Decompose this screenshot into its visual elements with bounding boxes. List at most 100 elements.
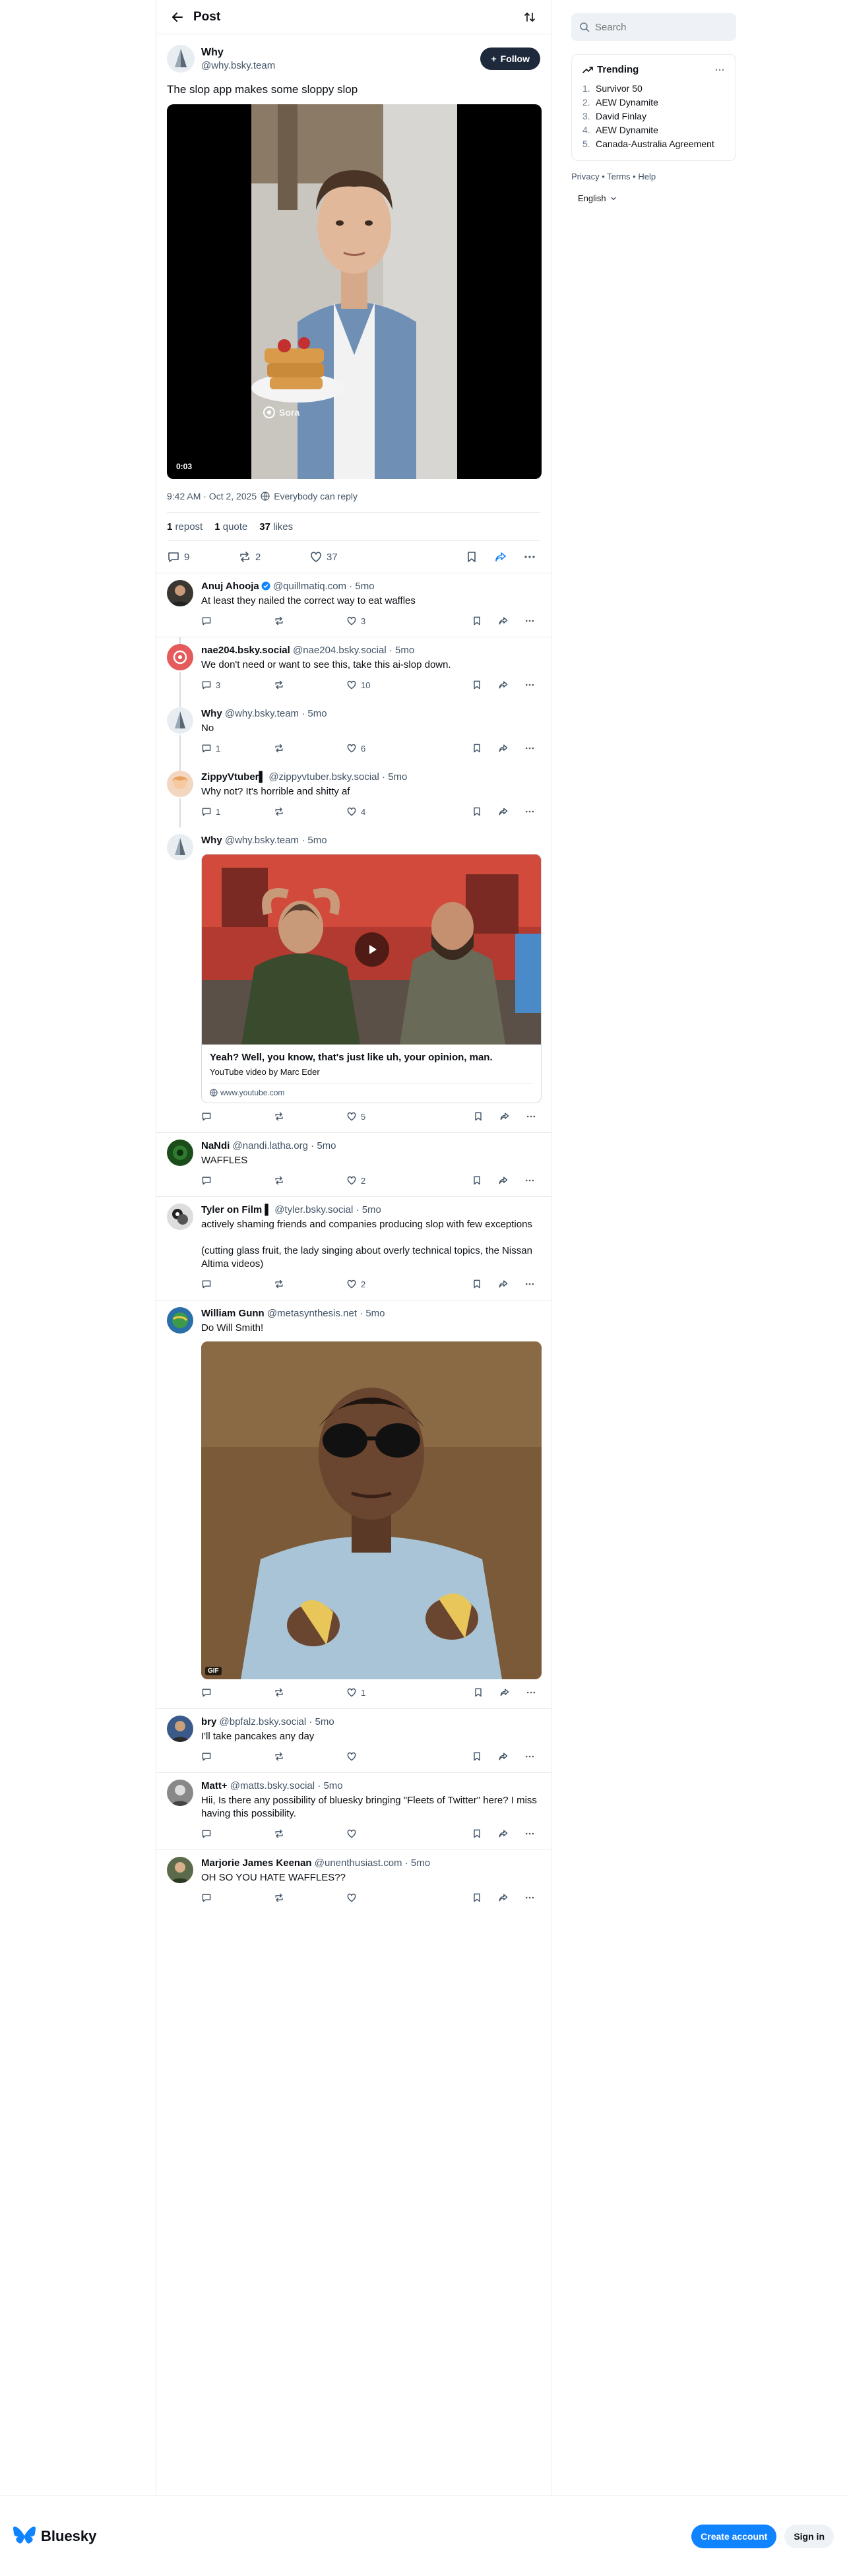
reply-post[interactable]: Why @why.bsky.team · 5mo Yeah? Well, you… xyxy=(156,827,551,1132)
bookmark-button[interactable] xyxy=(472,1751,487,1762)
post-timestamp[interactable]: 9:42 AM · Oct 2, 2025 xyxy=(167,491,257,501)
like-button[interactable]: 37 xyxy=(309,550,381,564)
reply-time[interactable]: 5mo xyxy=(362,1204,381,1215)
reply-button[interactable] xyxy=(201,1111,274,1122)
author-handle[interactable]: @tyler.bsky.social xyxy=(274,1204,353,1215)
reply-button[interactable] xyxy=(201,1751,274,1762)
brand[interactable]: Bluesky xyxy=(13,2526,96,2546)
author-handle[interactable]: @nandi.latha.org xyxy=(233,1140,308,1151)
share-button[interactable] xyxy=(494,550,511,564)
author-handle[interactable]: @unenthusiast.com xyxy=(315,1857,402,1869)
author-name[interactable]: Why xyxy=(201,835,222,846)
follow-button[interactable]: + Follow xyxy=(480,48,540,70)
more-options-button[interactable] xyxy=(524,1175,540,1186)
trending-item[interactable]: 2. AEW Dynamite xyxy=(582,96,725,110)
author-name[interactable]: Anuj Ahooja xyxy=(201,581,259,592)
repost-button[interactable] xyxy=(274,616,346,626)
author-handle[interactable]: @zippyvtuber.bsky.social xyxy=(268,771,379,783)
reply-post[interactable]: NaNdi @nandi.latha.org · 5mo WAFFLES 2 xyxy=(156,1132,551,1196)
author-handle[interactable]: @matts.bsky.social xyxy=(230,1780,315,1791)
more-options-button[interactable] xyxy=(524,1892,540,1903)
bookmark-button[interactable] xyxy=(472,1175,487,1186)
trending-item[interactable]: 1. Survivor 50 xyxy=(582,82,725,96)
reply-time[interactable]: 5mo xyxy=(307,708,327,719)
author-name[interactable]: NaNdi xyxy=(201,1140,230,1151)
like-button[interactable]: 3 xyxy=(346,616,419,626)
reply-time[interactable]: 5mo xyxy=(307,835,327,846)
author-name[interactable]: bry xyxy=(201,1716,216,1727)
reply-button[interactable]: 1 xyxy=(201,743,274,754)
trending-item[interactable]: 3. David Finlay xyxy=(582,110,725,123)
author-handle[interactable]: @bpfalz.bsky.social xyxy=(220,1716,307,1727)
reply-button[interactable]: 9 xyxy=(167,550,238,564)
reply-post[interactable]: Why @why.bsky.team · 5mo No 1 6 xyxy=(156,701,551,764)
reply-post[interactable]: bry @bpfalz.bsky.social · 5mo I'll take … xyxy=(156,1708,551,1772)
repost-button[interactable] xyxy=(274,806,346,817)
share-button[interactable] xyxy=(498,1892,514,1903)
author-handle[interactable]: @nae204.bsky.social xyxy=(293,645,387,656)
reply-button[interactable] xyxy=(201,1687,274,1698)
repost-button[interactable]: 2 xyxy=(238,550,309,564)
reply-post[interactable]: Matt+ @matts.bsky.social · 5mo Hii, Is t… xyxy=(156,1772,551,1850)
share-button[interactable] xyxy=(498,743,514,754)
avatar[interactable] xyxy=(167,1716,193,1742)
avatar[interactable] xyxy=(167,771,193,797)
author-handle[interactable]: @why.bsky.team xyxy=(225,835,299,846)
reply-time[interactable]: 5mo xyxy=(317,1140,336,1151)
bookmark-button[interactable] xyxy=(472,680,487,690)
author-name[interactable]: ZippyVtuber▌ xyxy=(201,771,266,783)
like-button[interactable] xyxy=(346,1828,419,1839)
author-name[interactable]: Marjorie James Keenan xyxy=(201,1857,312,1869)
avatar[interactable] xyxy=(167,1140,193,1166)
author-name[interactable]: nae204.bsky.social xyxy=(201,645,290,656)
author-name[interactable]: Matt+ xyxy=(201,1780,228,1791)
share-button[interactable] xyxy=(498,680,514,690)
avatar[interactable] xyxy=(167,1307,193,1334)
repost-button[interactable] xyxy=(274,1828,346,1839)
like-button[interactable]: 2 xyxy=(346,1279,419,1289)
repost-button[interactable] xyxy=(274,680,346,690)
reply-button[interactable] xyxy=(201,1828,274,1839)
reply-time[interactable]: 5mo xyxy=(315,1716,334,1727)
bookmark-button[interactable] xyxy=(465,550,482,564)
like-button[interactable]: 10 xyxy=(346,680,419,690)
avatar[interactable] xyxy=(167,707,193,734)
more-options-button[interactable] xyxy=(524,680,540,690)
repost-button[interactable] xyxy=(274,1279,346,1289)
repost-button[interactable] xyxy=(274,1892,346,1903)
more-options-button[interactable] xyxy=(524,1279,540,1289)
reply-button[interactable]: 1 xyxy=(201,806,274,817)
sort-replies-button[interactable] xyxy=(519,7,540,28)
trending-more-button[interactable] xyxy=(714,65,725,75)
bookmark-button[interactable] xyxy=(472,1279,487,1289)
more-options-button[interactable] xyxy=(524,616,540,626)
reply-post[interactable]: Anuj Ahooja @quillmatiq.com · 5mo At lea… xyxy=(156,573,551,637)
like-stat[interactable]: 37 likes xyxy=(259,521,293,532)
bookmark-button[interactable] xyxy=(472,1828,487,1839)
share-button[interactable] xyxy=(499,1111,515,1122)
quote-stat[interactable]: 1 quote xyxy=(214,521,247,532)
avatar[interactable] xyxy=(167,1857,193,1883)
reply-button[interactable] xyxy=(201,616,274,626)
video-thumbnail[interactable] xyxy=(202,854,541,1045)
author-name[interactable]: Tyler on Film ▌ xyxy=(201,1204,272,1215)
share-button[interactable] xyxy=(498,1279,514,1289)
reply-post[interactable]: Tyler on Film ▌ @tyler.bsky.social · 5mo… xyxy=(156,1196,551,1300)
author-name[interactable]: William Gunn xyxy=(201,1308,265,1319)
like-button[interactable] xyxy=(346,1892,419,1903)
share-button[interactable] xyxy=(498,806,514,817)
like-button[interactable] xyxy=(346,1751,419,1762)
more-options-button[interactable] xyxy=(524,1828,540,1839)
bookmark-button[interactable] xyxy=(472,1892,487,1903)
author-handle[interactable]: @quillmatiq.com xyxy=(273,581,346,592)
reply-button[interactable] xyxy=(201,1892,274,1903)
video-player[interactable]: Sora 0:03 xyxy=(167,104,542,479)
sign-in-button[interactable]: Sign in xyxy=(784,2524,834,2548)
reply-time[interactable]: 5mo xyxy=(411,1857,430,1869)
reply-post[interactable]: William Gunn @metasynthesis.net · 5mo Do… xyxy=(156,1300,551,1708)
reply-time[interactable]: 5mo xyxy=(355,581,374,592)
bookmark-button[interactable] xyxy=(472,743,487,754)
bookmark-button[interactable] xyxy=(472,806,487,817)
avatar[interactable] xyxy=(167,834,193,860)
like-button[interactable]: 6 xyxy=(346,743,419,754)
